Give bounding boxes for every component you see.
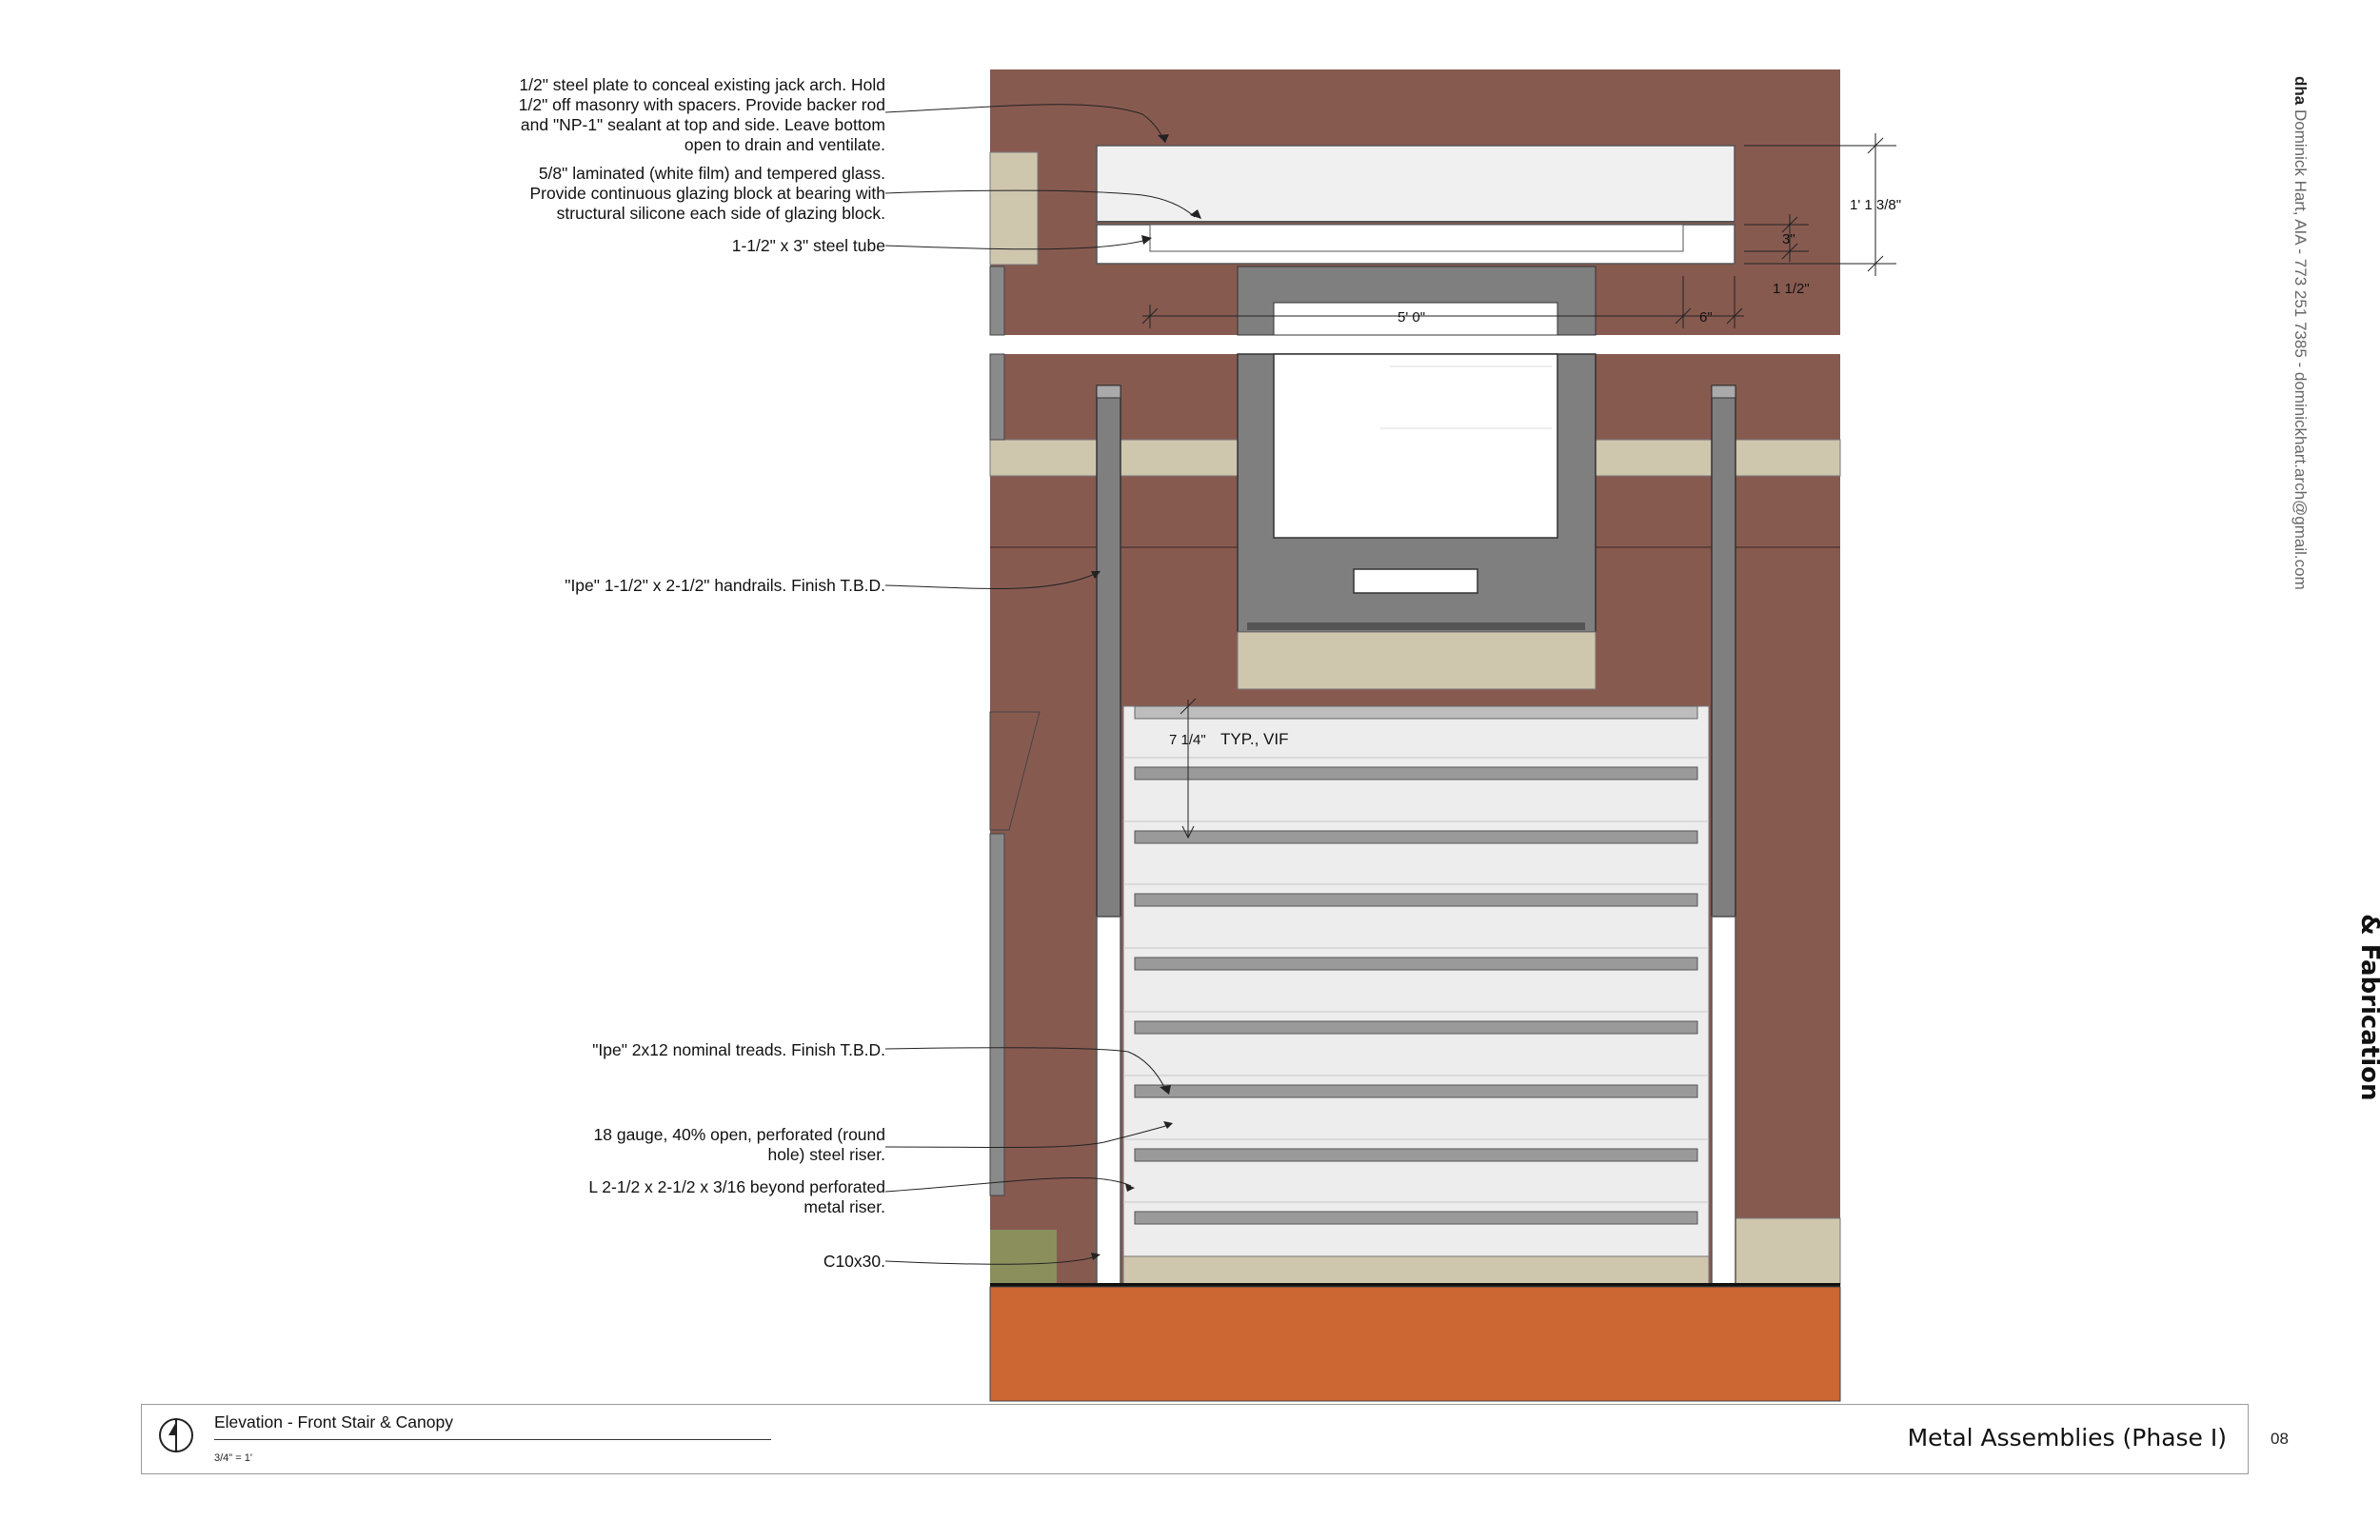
tread-6 xyxy=(1134,1084,1698,1098)
handrail-cap-left xyxy=(1096,385,1121,399)
title-block: Elevation - Front Stair & Canopy 3/4" = … xyxy=(141,1404,2249,1474)
ground xyxy=(989,1286,1841,1402)
tread-7 xyxy=(1134,1148,1698,1162)
dim-overhang: 6" xyxy=(1699,309,1713,326)
stone-base-right xyxy=(1732,1217,1841,1286)
dim-tube-depth: 3" xyxy=(1782,231,1795,247)
handrail-cap-right xyxy=(1711,385,1736,399)
note-treads: "Ipe" 2x12 nominal treads. Finish T.B.D. xyxy=(592,1040,885,1059)
steel-plate xyxy=(1096,145,1735,223)
stringer-left xyxy=(1096,916,1121,1286)
stone-sill xyxy=(1237,631,1597,690)
note-glass: 5/8" laminated (white film) and tempered… xyxy=(529,164,885,223)
view-title: Elevation - Front Stair & Canopy xyxy=(214,1412,453,1431)
handrail-post-right xyxy=(1711,385,1736,918)
note-angle: L 2-1/2 x 2-1/2 x 3/16 beyond perforated… xyxy=(588,1177,885,1216)
dim-canopy-height: 1' 1 3/8" xyxy=(1850,197,1901,213)
note-handrails: "Ipe" 1-1/2" x 2-1/2" handrails. Finish … xyxy=(565,576,885,595)
issue-title: 2016-0926 Issue for Coordination & Fabri… xyxy=(2355,914,2380,1101)
tread-4 xyxy=(1134,957,1698,971)
note-steel-plate: 1/2" steel plate to conceal existing jac… xyxy=(518,75,885,154)
firm-mark: dha xyxy=(2291,76,2310,106)
firm-contact: dha Dominick Hart, AIA - 773 251 7385 - … xyxy=(2285,76,2310,733)
grass-patch xyxy=(990,1230,1057,1285)
note-steel-tube: 1-1/2" x 3" steel tube xyxy=(731,236,885,255)
view-scale: 3/4" = 1' xyxy=(214,1452,252,1464)
view-title-rule xyxy=(214,1439,771,1440)
side-window-lower-left xyxy=(989,353,1005,441)
elevation-marker-icon xyxy=(159,1418,193,1452)
stringer-right xyxy=(1711,916,1736,1286)
stair-body xyxy=(1122,705,1710,1284)
steel-tube-inner xyxy=(1149,224,1684,252)
firm-contact-text: Dominick Hart, AIA - 773 251 7385 - domi… xyxy=(2291,109,2310,590)
dim-riser-note: TYP., VIF xyxy=(1220,730,1289,748)
landing-tread xyxy=(1134,705,1698,720)
tread-5 xyxy=(1134,1020,1698,1035)
mail-slot xyxy=(1353,568,1478,594)
note-channel: C10x30. xyxy=(823,1252,885,1271)
dim-glass-edge: 1 1/2" xyxy=(1773,281,1810,297)
tread-2 xyxy=(1134,830,1698,844)
tread-1 xyxy=(1134,766,1698,780)
tread-3 xyxy=(1134,893,1698,907)
sheet-title: Metal Assemblies (Phase I) xyxy=(1907,1424,2227,1451)
side-window-upper-left xyxy=(989,266,1005,336)
door-threshold xyxy=(1247,622,1585,630)
canopy-section xyxy=(989,69,1840,336)
dim-riser-height: 7 1/4" xyxy=(1169,732,1206,748)
sheet-number: 08 xyxy=(2271,1430,2289,1448)
elevation-drawing: 1' 1 3/8" 3" 1 1/2" 5' 0" 6" 7 1/4" TYP.… xyxy=(884,69,1901,1402)
door-glass xyxy=(1273,353,1558,539)
stair-base xyxy=(1122,1255,1710,1286)
stone-pier-upper-left xyxy=(989,151,1039,266)
dim-width: 5' 0" xyxy=(1398,309,1425,326)
note-riser: 18 gauge, 40% open, perforated (round ho… xyxy=(593,1125,885,1164)
stair-section xyxy=(989,353,1841,1402)
side-window-jamb xyxy=(989,833,1005,1196)
handrail-post-left xyxy=(1096,385,1121,918)
tread-8 xyxy=(1134,1211,1698,1225)
